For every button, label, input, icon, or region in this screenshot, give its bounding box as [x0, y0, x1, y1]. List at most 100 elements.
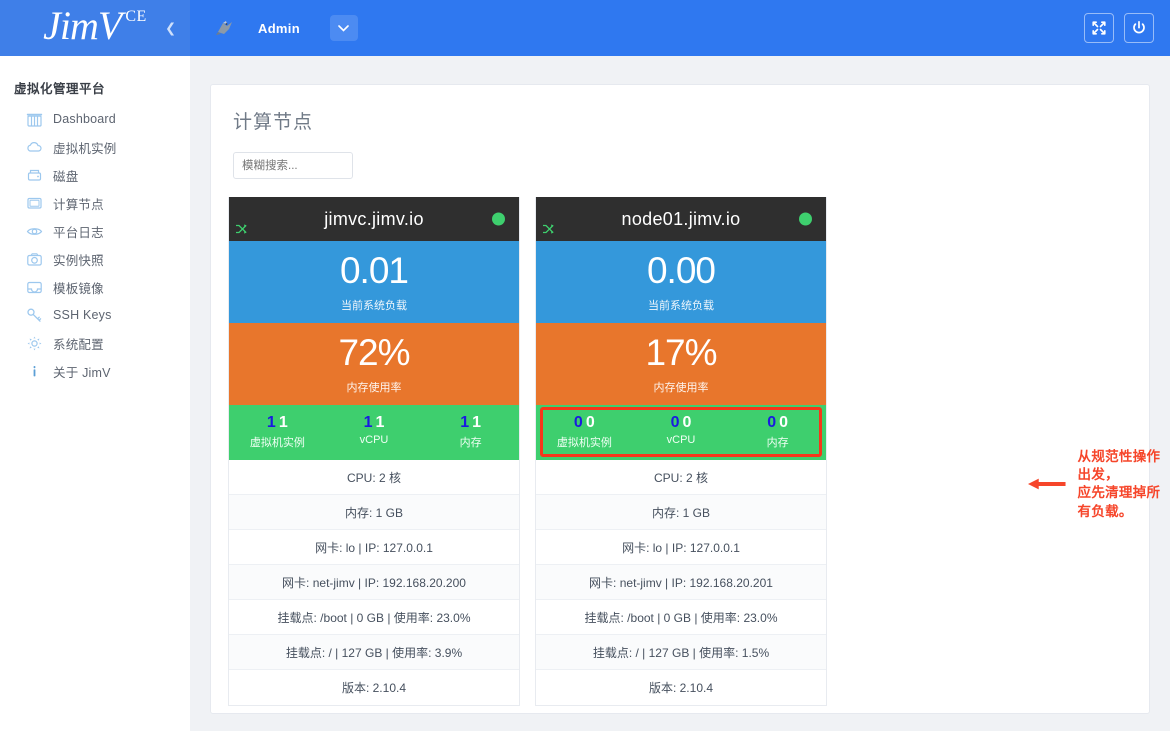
sidebar-item-2[interactable]: 虚拟机实例: [0, 133, 190, 161]
sidebar-item-label: 关于 JimV: [53, 365, 111, 380]
node-resource-stat: 0 0 内存: [729, 414, 826, 451]
cloud-icon: [27, 141, 42, 152]
sidebar-item-6[interactable]: 实例快照: [0, 245, 190, 273]
eye-icon: [26, 227, 43, 235]
resource-values: 11: [422, 414, 519, 432]
node-resource-stat: 0 0 虚拟机实例: [536, 414, 633, 451]
load-value: 0.00: [646, 250, 716, 291]
node-detail-list: CPU: 2 核内存: 1 GB 网卡: lo | IP: 127.0.0.1 网卡…: [536, 460, 826, 705]
resource-values: 00: [536, 414, 633, 432]
user-name: Admin: [258, 20, 300, 36]
shuffle-icon[interactable]: [542, 222, 555, 240]
node-detail-row: 挂载点: /boot | 0 GB | 使用率: 23.0%: [536, 600, 826, 636]
sidebar-item-5[interactable]: 平台日志: [0, 217, 190, 245]
node-resource-stat: 1 1 vCPU: [326, 414, 423, 451]
resource-values: 11: [326, 414, 423, 432]
sidebar-item-label: SSH Keys: [53, 308, 112, 322]
cloud-icon: [26, 139, 43, 156]
disk-icon: [27, 169, 42, 181]
sidebar-item-9[interactable]: 系统配置: [0, 329, 190, 357]
node-memory-block: 17% 内存使用率: [536, 322, 826, 405]
annotation-text: 从规范性操作出发， 应先清理掉所有负载。: [1077, 449, 1161, 519]
node-detail-row: 网卡: net-jimv | IP: 192.168.20.201: [536, 565, 826, 601]
sidebar-item-1[interactable]: Dashboard: [0, 105, 190, 133]
node-resource-stat: 0 0 vCPU: [633, 414, 730, 451]
node-resource-block: 0 0 虚拟机实例 0 0 vCPU 0 0 内存: [536, 404, 826, 461]
disk-icon: [26, 167, 43, 184]
resource-total: 1: [375, 413, 385, 431]
load-caption: 当前系统负载: [648, 299, 714, 312]
sidebar-item-7[interactable]: 模板镜像: [0, 273, 190, 301]
sidebar-item-4[interactable]: 计算节点: [0, 189, 190, 217]
image-icon: [27, 281, 42, 293]
app-root: JimV CE ❮ Admin 虚拟化管理平台 Dashboard 虚拟机实例 …: [0, 0, 1170, 731]
node-name: jimvc.jimv.io: [324, 208, 424, 229]
node-detail-row: 版本: 2.10.4: [648, 681, 714, 696]
sidebar-item-label: Dashboard: [53, 112, 116, 126]
resource-caption: vCPU: [359, 434, 389, 447]
resource-values: 11: [229, 414, 326, 432]
node-detail-row: 网卡: net-jimv | IP: 192.168.20.200: [229, 565, 519, 601]
resource-total: 1: [278, 413, 288, 431]
user-dropdown-button[interactable]: [329, 15, 358, 41]
sidebar-item-label: 系统配置: [53, 337, 104, 352]
chevron-down-icon: [338, 24, 350, 32]
node-detail-row: 版本: 2.10.4: [341, 681, 407, 696]
dashboard-icon: [26, 113, 43, 127]
node-detail-row: CPU: 2 核: [536, 460, 826, 496]
resource-total: 1: [472, 413, 482, 431]
compute-nodes-panel: 计算节点 jimvc.jimv.io0.01当前系统负载72%内存使用率11虚拟…: [210, 84, 1150, 714]
resource-caption: 内存: [766, 437, 789, 450]
node-resource-stat: 1 1 虚拟机实例: [229, 414, 326, 451]
resource-used: 0: [767, 413, 777, 431]
sidebar-item-10[interactable]: 关于 JimV: [0, 357, 190, 385]
sidebar-collapse-icon[interactable]: ❮: [165, 22, 176, 35]
key-icon: [26, 307, 43, 324]
sidebar-item-label: 磁盘: [53, 169, 79, 184]
shuffle-icon[interactable]: [235, 222, 248, 240]
top-bar-right: Admin: [190, 0, 1170, 56]
info-icon: [26, 363, 43, 380]
key-icon: [27, 308, 42, 322]
status-badge: [492, 212, 505, 226]
dashboard-icon: [26, 111, 43, 128]
node-card[interactable]: node01.jimv.io 0.00 当前系统负载 17% 内存使用率 0 0 虚拟机实例 0…: [535, 197, 827, 707]
content-area: 计算节点 jimvc.jimv.io0.01当前系统负载72%内存使用率11虚拟…: [190, 56, 1170, 731]
node-detail-row: 网卡: lo | IP: 127.0.0.1: [229, 530, 519, 566]
image-icon: [26, 279, 43, 296]
resource-used: 1: [460, 413, 470, 431]
page-title: 计算节点: [233, 112, 314, 133]
fullscreen-button[interactable]: [1084, 13, 1114, 43]
resource-caption: 虚拟机实例: [249, 437, 305, 450]
node-resource-block: 1 1 虚拟机实例 1 1 vCPU 1 1 内存: [229, 404, 519, 461]
top-bar: JimV CE ❮ Admin: [0, 0, 1170, 56]
sidebar-item-label: 实例快照: [53, 253, 104, 268]
memory-value: 17%: [645, 331, 717, 373]
monitor-icon: [26, 195, 43, 212]
sidebar: 虚拟化管理平台 Dashboard 虚拟机实例磁盘计算节点 平台日志实例快照模板镜像…: [0, 56, 190, 731]
resource-used: 1: [363, 413, 373, 431]
memory-caption: 内存使用率: [653, 381, 709, 394]
power-button[interactable]: [1124, 13, 1154, 43]
resource-values: 00: [633, 414, 730, 432]
power-icon: [1133, 20, 1145, 34]
logo-edition: CE: [125, 8, 147, 25]
sidebar-title: 虚拟化管理平台: [14, 82, 106, 96]
search-input[interactable]: [233, 152, 353, 179]
resource-used: 1: [266, 413, 276, 431]
camera-icon: [26, 251, 43, 268]
logo-area[interactable]: JimV CE ❮: [0, 0, 190, 56]
resource-total: 0: [585, 413, 595, 431]
node-detail-row: 内存: 1 GB: [229, 495, 519, 531]
camera-icon: [27, 252, 42, 266]
eye-icon: [26, 223, 43, 240]
sidebar-item-8[interactable]: SSH Keys: [0, 301, 190, 329]
node-card[interactable]: jimvc.jimv.io 0.01 当前系统负载 72% 内存使用率 1 1 虚拟机实例 1 1…: [228, 197, 520, 707]
node-card-header: jimvc.jimv.io: [229, 197, 519, 241]
gear-icon: [26, 335, 43, 352]
sidebar-item-label: 虚拟机实例: [53, 141, 117, 156]
load-caption: 当前系统负载: [341, 299, 407, 312]
left-arrow-icon: [1028, 479, 1066, 490]
node-detail-row: 挂载点: /boot | 0 GB | 使用率: 23.0%: [229, 600, 519, 636]
sidebar-item-3[interactable]: 磁盘: [0, 161, 190, 189]
